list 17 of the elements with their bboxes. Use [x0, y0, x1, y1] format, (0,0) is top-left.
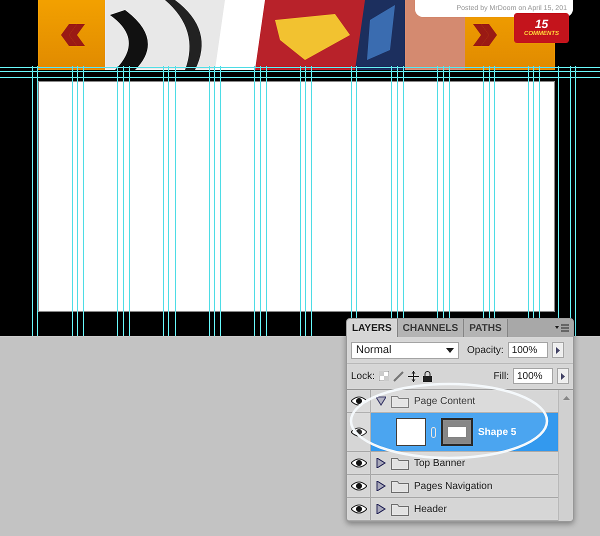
layer-row[interactable]: Top Banner — [371, 452, 558, 474]
opacity-label: Opacity: — [467, 344, 504, 356]
layer-name[interactable]: Top Banner — [414, 458, 466, 468]
layer-row[interactable]: Pages Navigation — [371, 475, 558, 497]
panel-tab[interactable]: PATHS — [464, 319, 508, 338]
fill-field[interactable]: 100% — [513, 368, 553, 384]
blend-mode-select[interactable]: Normal — [351, 342, 459, 359]
layer-row[interactable]: Page Content — [371, 390, 558, 412]
layer-name[interactable]: Page Content — [414, 396, 476, 406]
layer-name[interactable]: Pages Navigation — [414, 480, 492, 492]
layer-name[interactable]: Header — [414, 504, 447, 514]
lock-label: Lock: — [351, 370, 375, 382]
fill-label: Fill: — [493, 370, 509, 382]
panel-tab[interactable]: CHANNELS — [398, 319, 464, 338]
opacity-field[interactable]: 100% — [508, 342, 548, 358]
layer-row[interactable]: Header — [371, 498, 558, 520]
panel-tab[interactable]: LAYERS — [347, 319, 398, 338]
